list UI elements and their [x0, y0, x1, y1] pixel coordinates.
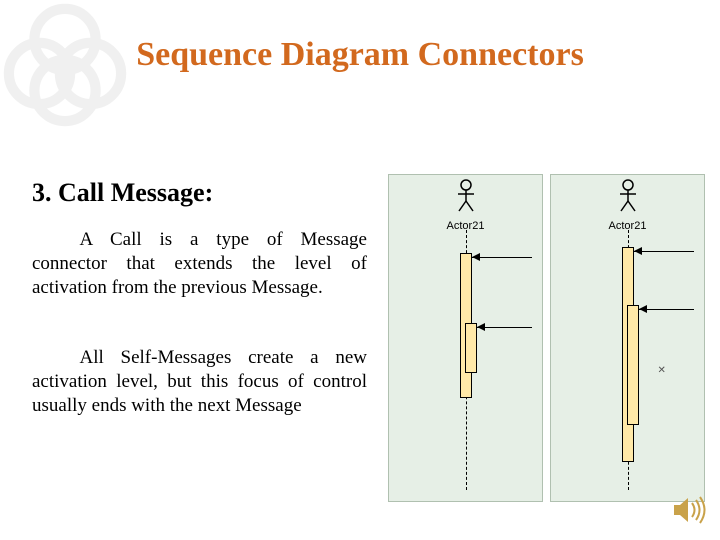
activation-bar-nested [465, 323, 477, 373]
arrowhead-icon [472, 253, 480, 261]
paragraph-2: All Self-Messages create a new activatio… [32, 346, 367, 417]
watermark-logo [0, 0, 150, 155]
destroy-marker: ✕ [658, 365, 666, 376]
arrowhead-icon [634, 247, 642, 255]
section-heading: 3. Call Message: [32, 178, 213, 208]
actor-stickfigure: Actor21 [436, 179, 496, 232]
arrowhead-icon [477, 323, 485, 331]
message-arrow-in-1 [472, 257, 532, 258]
message-arrow-in-1 [634, 251, 694, 252]
arrowhead-icon [639, 305, 647, 313]
message-arrow-in-2 [639, 309, 694, 310]
activation-bar-nested [627, 305, 639, 425]
paragraph-1: A Call is a type of Message connector th… [32, 228, 367, 299]
message-arrow-in-2 [477, 327, 532, 328]
audio-speaker-icon [672, 495, 706, 530]
actor-stickfigure: Actor21 [598, 179, 658, 232]
figure-left: Actor21 [388, 174, 543, 502]
figure-right: Actor21 ✕ [550, 174, 705, 502]
slide-title: Sequence Diagram Connectors [0, 36, 720, 74]
